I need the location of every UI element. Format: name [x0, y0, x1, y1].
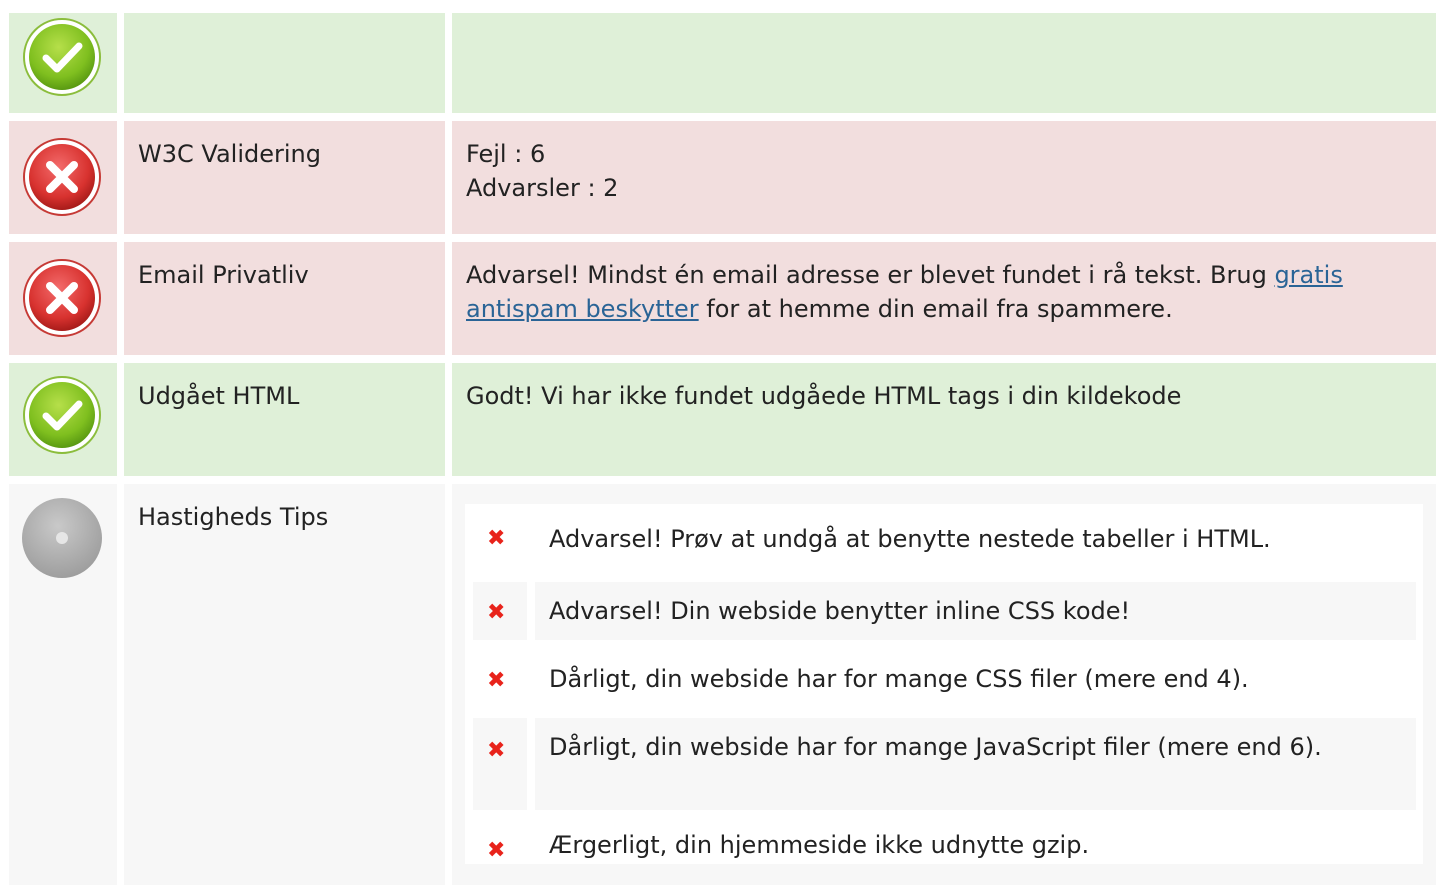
result-row-speed-tips: Hastigheds Tips ✖ Advarsel! Prøv at undg… [0, 484, 1436, 885]
row-label-cell: W3C Validering [124, 121, 445, 234]
row-label-cell: Email Privatliv [124, 242, 445, 355]
status-icon-cell [9, 484, 117, 885]
status-icon-cell [9, 121, 117, 234]
result-row-w3c: W3C Validering Fejl : 6 Advarsler : 2 [0, 121, 1436, 234]
row-label-cell [124, 13, 445, 113]
x-circle-icon [23, 138, 101, 216]
row-content-cell: Advarsel! Mindst én email adresse er ble… [452, 242, 1436, 355]
row-content-cell [452, 13, 1436, 113]
warnings-count: Advarsler : 2 [466, 174, 619, 202]
w3c-results: Fejl : 6 Advarsler : 2 [466, 137, 1366, 205]
row-content-cell: Fejl : 6 Advarsler : 2 [452, 121, 1436, 234]
row-label-cell: Udgået HTML [124, 363, 445, 476]
tip-text: Dårligt, din webside har for mange CSS f… [549, 665, 1249, 693]
errors-count: Fejl : 6 [466, 140, 546, 168]
result-row-top [0, 13, 1436, 113]
tip-text: Advarsel! Din webside benytter inline CS… [549, 597, 1131, 625]
list-item: ✖ Advarsel! Prøv at undgå at benytte nes… [473, 504, 1416, 574]
check-circle-icon [23, 18, 101, 96]
list-item: ✖ Ærgerligt, din hjemmeside ikke udnytte… [473, 818, 1416, 864]
result-row-email: Email Privatliv Advarsel! Mindst én emai… [0, 242, 1436, 355]
row-label: Email Privatliv [138, 261, 309, 289]
list-item: ✖ Advarsel! Din webside benytter inline … [473, 582, 1416, 640]
check-circle-icon [23, 376, 101, 454]
row-label: W3C Validering [138, 140, 321, 168]
row-content: Godt! Vi har ikke fundet udgåede HTML ta… [466, 382, 1182, 410]
red-x-icon: ✖ [487, 738, 506, 763]
status-icon-cell [9, 363, 117, 476]
email-text-after: for at hemme din email fra spammere. [698, 295, 1173, 323]
row-label: Hastigheds Tips [138, 503, 329, 531]
x-circle-icon [23, 259, 101, 337]
gray-dot-icon [22, 498, 102, 578]
red-x-icon: ✖ [487, 838, 506, 863]
row-label-cell: Hastigheds Tips [124, 484, 445, 885]
red-x-icon: ✖ [487, 526, 506, 551]
tip-text: Dårligt, din webside har for mange JavaS… [549, 733, 1322, 761]
list-item: ✖ Dårligt, din webside har for mange Jav… [473, 718, 1416, 810]
speed-tips-list: ✖ Advarsel! Prøv at undgå at benytte nes… [465, 504, 1423, 864]
red-x-icon: ✖ [487, 668, 506, 693]
result-row-deprecated-html: Udgået HTML Godt! Vi har ikke fundet udg… [0, 363, 1436, 476]
red-x-icon: ✖ [487, 600, 506, 625]
list-item: ✖ Dårligt, din webside har for mange CSS… [473, 648, 1416, 710]
row-content-cell: Godt! Vi har ikke fundet udgåede HTML ta… [452, 363, 1436, 476]
email-privacy-message: Advarsel! Mindst én email adresse er ble… [466, 258, 1366, 326]
tip-text: Advarsel! Prøv at undgå at benytte neste… [549, 525, 1271, 553]
status-icon-cell [9, 13, 117, 113]
row-content-cell: ✖ Advarsel! Prøv at undgå at benytte nes… [452, 484, 1436, 885]
status-icon-cell [9, 242, 117, 355]
email-text-before: Advarsel! Mindst én email adresse er ble… [466, 261, 1275, 289]
row-label: Udgået HTML [138, 382, 300, 410]
tip-text: Ærgerligt, din hjemmeside ikke udnytte g… [549, 831, 1090, 859]
